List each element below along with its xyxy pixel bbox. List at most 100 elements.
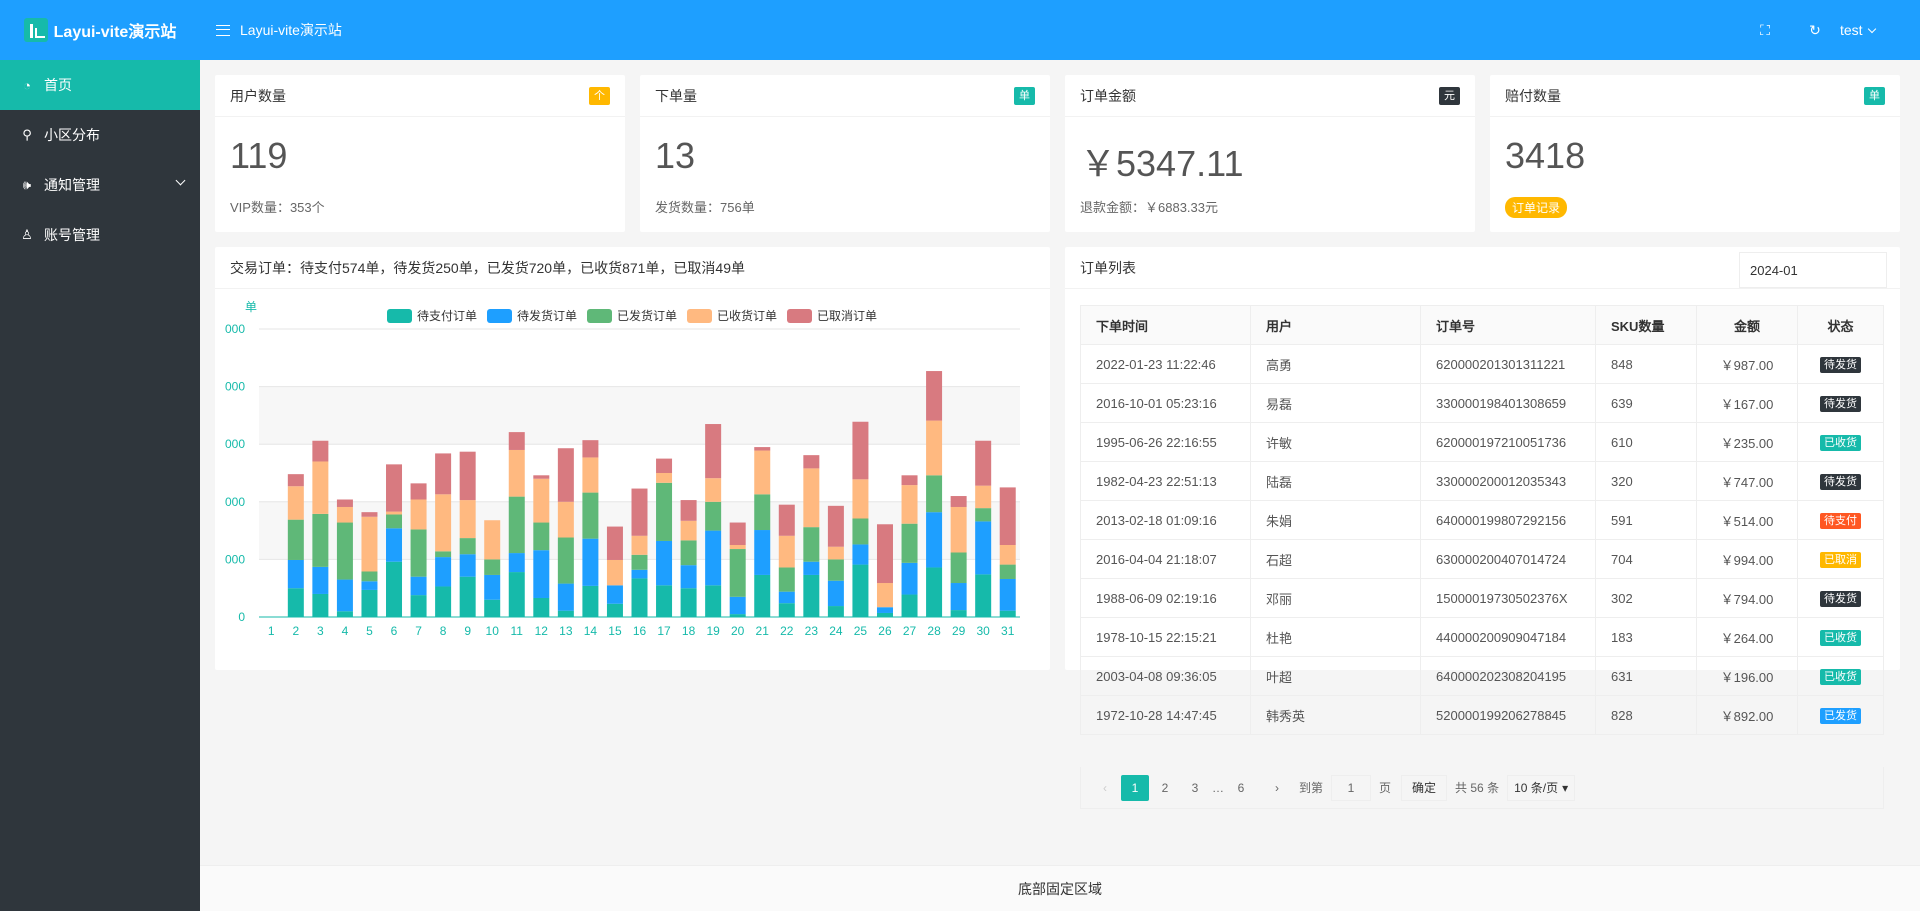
x-tick-label: 25: [854, 624, 868, 638]
footer: 底部固定区域: [200, 865, 1920, 911]
order-time: 1978-10-15 22:15:21: [1080, 617, 1251, 657]
table-row[interactable]: 1982-04-23 22:51:13 陆磊 330000200012035343 3…: [1080, 461, 1884, 501]
next-page-icon[interactable]: ›: [1263, 775, 1291, 801]
order-sku: 591: [1595, 500, 1697, 540]
bar-segment: [435, 494, 452, 552]
order-number: 520000199206278845: [1420, 695, 1596, 735]
chart-summary: 交易订单：待支付574单，待发货250单，已发货720单，已收货871单，已取消…: [230, 259, 746, 276]
order-amount: ￥514.00: [1696, 500, 1798, 540]
stat-value: 3418: [1505, 135, 1586, 176]
sidebar-item-label: 首页: [44, 77, 72, 93]
prev-page-icon[interactable]: ‹: [1091, 775, 1119, 801]
page-2[interactable]: 2: [1151, 775, 1179, 801]
bar-segment: [312, 513, 329, 567]
page-1[interactable]: 1: [1121, 774, 1149, 801]
status-badge: 已取消: [1820, 552, 1861, 568]
bar-segment: [999, 487, 1016, 545]
bar-segment: [901, 562, 918, 595]
table-row[interactable]: 2016-04-04 21:18:07 石超 630000200407014724 7…: [1080, 539, 1884, 579]
sidebar-item-notice[interactable]: 🕪 通知管理: [0, 160, 200, 210]
bar-segment: [680, 588, 697, 617]
speaker-icon: 🕪: [22, 177, 32, 192]
order-status-cell: 待发货: [1797, 578, 1884, 618]
page-size-select[interactable]: 10 条/页 ▾: [1507, 774, 1576, 801]
fullscreen-icon[interactable]: ⛶: [1740, 22, 1790, 39]
stat-card-users: 用户数量 个 119 VIP数量：353个: [215, 75, 625, 232]
bar-segment: [754, 494, 771, 531]
order-number: 640000199807292156: [1420, 500, 1596, 540]
bar-segment: [729, 545, 746, 550]
order-sku: 828: [1595, 695, 1697, 735]
bar-segment: [950, 552, 967, 584]
x-tick-label: 30: [976, 624, 990, 638]
legend-swatch: [787, 309, 812, 323]
goto-page-input[interactable]: 1: [1331, 774, 1372, 801]
goto-confirm-button[interactable]: 确定: [1401, 774, 1448, 801]
sidebar-item-label: 通知管理: [44, 177, 100, 193]
sidebar-item-account[interactable]: ♙ 账号管理: [0, 210, 200, 260]
order-status-cell: 已取消: [1797, 539, 1884, 579]
table-row[interactable]: 1995-06-26 22:16:55 许敏 620000197210051736 6…: [1080, 422, 1884, 462]
bar-segment: [631, 488, 648, 536]
order-record-button[interactable]: 订单记录: [1505, 197, 1568, 218]
order-amount: ￥892.00: [1696, 695, 1798, 735]
bar-segment: [386, 464, 403, 512]
y-tick-label: 0: [238, 610, 245, 624]
order-number: 15000019730502376X: [1420, 578, 1596, 618]
sidebar-item-home[interactable]: ◔ 首页: [0, 60, 200, 110]
order-number: 630000200407014724: [1420, 539, 1596, 579]
month-picker[interactable]: 2024-01: [1739, 252, 1887, 288]
user-menu[interactable]: test: [1840, 22, 1910, 38]
stat-sub: VIP数量：353个: [230, 200, 325, 215]
bar-segment: [508, 496, 525, 554]
status-badge: 已收货: [1820, 669, 1861, 685]
bar-segment: [950, 496, 967, 507]
order-amount: ￥196.00: [1696, 656, 1798, 696]
bar-segment: [852, 518, 869, 545]
x-tick-label: 17: [657, 624, 671, 638]
bar-segment: [287, 559, 304, 589]
pagination: ‹ 1 2 3 … 6 › 到第 1 页 确定 共 56 条 10 条/页 ▾: [1080, 767, 1884, 809]
bar-segment: [975, 574, 992, 617]
page-size-value: 10 条/页: [1514, 781, 1559, 795]
refresh-icon[interactable]: ↻: [1790, 22, 1840, 39]
bar-segment: [361, 571, 378, 582]
x-tick-label: 23: [805, 624, 819, 638]
bar-segment: [508, 553, 525, 573]
table-row[interactable]: 2003-04-08 09:36:05 叶超 640000202308204195 6…: [1080, 656, 1884, 696]
legend-label: 已收货订单: [717, 308, 777, 323]
sidebar-item-community[interactable]: ⚲ 小区分布: [0, 110, 200, 160]
table-row[interactable]: 1972-10-28 14:47:45 韩秀英 520000199206278845…: [1080, 695, 1884, 735]
card-title: 赔付数量: [1505, 87, 1561, 104]
table-row[interactable]: 2016-10-01 05:23:16 易磊 330000198401308659 6…: [1080, 383, 1884, 423]
bar-segment: [631, 578, 648, 617]
table-row[interactable]: 1978-10-15 22:15:21 杜艳 440000200909047184 1…: [1080, 617, 1884, 657]
bar-segment: [705, 478, 722, 502]
footer-text: 底部固定区域: [1018, 880, 1102, 897]
table-row[interactable]: 2013-02-18 01:09:16 朱娟 640000199807292156 5…: [1080, 500, 1884, 540]
bar-segment: [484, 574, 501, 600]
order-status-cell: 待发货: [1797, 461, 1884, 501]
bar-segment: [533, 478, 550, 523]
bar-segment: [803, 561, 820, 575]
stat-sub: 退款金额：￥6883.33元: [1080, 200, 1218, 215]
bar-segment: [803, 574, 820, 617]
bar-segment: [459, 576, 476, 617]
bar-segment: [754, 447, 771, 451]
bar-segment: [680, 565, 697, 589]
stat-value: 13: [655, 135, 696, 176]
legend-label: 待支付订单: [417, 309, 477, 323]
status-badge: 已收货: [1820, 630, 1861, 646]
table-row[interactable]: 1988-06-09 02:19:16 邓丽 15000019730502376X 3…: [1080, 578, 1884, 618]
menu-toggle-icon[interactable]: [216, 24, 230, 36]
bar-segment: [361, 512, 378, 517]
order-status-cell: 已收货: [1797, 617, 1884, 657]
y-axis-label: 单: [245, 300, 257, 314]
bar-segment: [754, 450, 771, 495]
table-row[interactable]: 2022-01-23 11:22:46 高勇 620000201301311221 8…: [1080, 344, 1884, 384]
bar-segment: [557, 583, 574, 611]
page-6[interactable]: 6: [1227, 775, 1255, 801]
order-amount: ￥235.00: [1696, 422, 1798, 462]
app-logo[interactable]: Layui-vite演示站: [0, 0, 200, 60]
page-3[interactable]: 3: [1181, 775, 1209, 801]
